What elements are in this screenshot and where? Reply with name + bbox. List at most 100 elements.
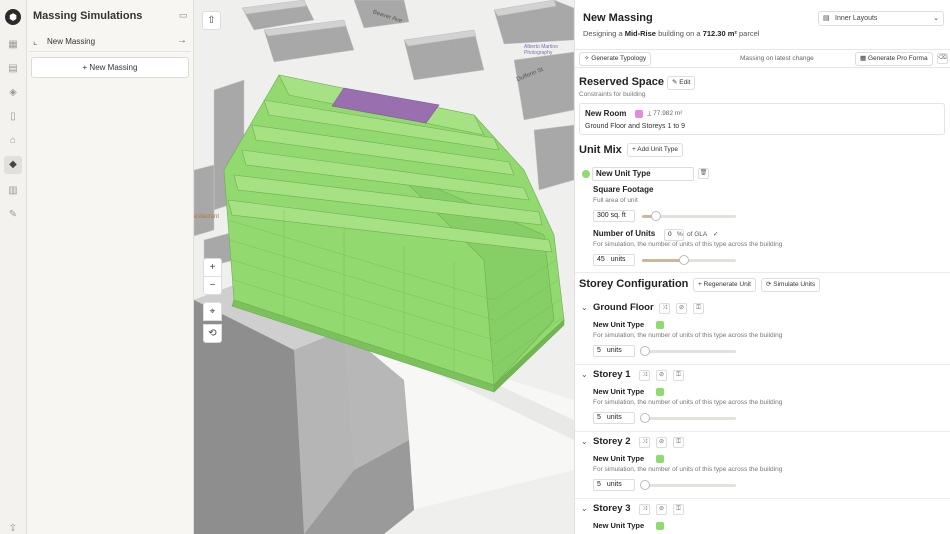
new-massing-button[interactable]: + New Massing (31, 57, 189, 78)
storey-name: Ground Floor (593, 302, 654, 313)
lock-icon[interactable]: ⚿ (673, 437, 684, 448)
storey-unit-type: New Unit Type (593, 521, 645, 530)
add-unit-type-button[interactable]: + Add Unit Type (627, 143, 683, 157)
eraser-icon[interactable]: ⌫ (937, 53, 948, 64)
zoom-out-button[interactable]: − (203, 276, 222, 295)
storey-units-slider[interactable] (640, 413, 736, 423)
storey-units-slider-handle[interactable] (640, 413, 650, 423)
massing-icon[interactable]: ◆ (4, 156, 22, 174)
hide-icon[interactable]: ⊘ (656, 370, 667, 381)
reserved-space-edit-button[interactable]: ✎ Edit (667, 76, 696, 90)
panel-toolbar: ✧ Generate Typology Massing on latest ch… (575, 49, 950, 68)
storey-units-input[interactable]: 5 units (593, 345, 635, 357)
pencil-icon: ✎ (672, 79, 678, 86)
upload-icon[interactable]: ⇪ (6, 522, 20, 534)
massing-3d-viewport[interactable]: Beaver Ave Dufferin St Alberto Martino P… (194, 0, 574, 534)
section-divider (575, 272, 950, 273)
storey-units-slider[interactable] (640, 480, 736, 490)
storey-unit-color-swatch[interactable] (656, 321, 664, 329)
collapse-chevron-icon[interactable]: ⌄ (581, 370, 588, 379)
lock-icon[interactable]: ⚿ (693, 303, 704, 314)
layers-icon[interactable]: ◈ (6, 86, 20, 100)
share-icon[interactable]: ⇧ (202, 11, 221, 30)
lock-icon[interactable]: ⚿ (673, 504, 684, 515)
room-color-swatch[interactable] (635, 110, 643, 118)
branch-icon: ⌞ (33, 36, 38, 46)
storey-unit-color-swatch[interactable] (656, 388, 664, 396)
zoom-in-button[interactable]: + (203, 258, 222, 277)
area-icon: ⟂ (647, 110, 652, 117)
generate-pro-forma-label: Generate Pro Forma (867, 55, 928, 62)
number-of-units-input[interactable]: 45 units (593, 254, 635, 266)
square-footage-slider[interactable] (642, 211, 736, 221)
unit-type-color-dot[interactable] (582, 170, 590, 178)
hide-icon[interactable]: ⊘ (676, 303, 687, 314)
storey-unit-color-swatch[interactable] (656, 522, 664, 530)
reserved-room-card[interactable]: New Room ⟂ 77.982 m² Ground Floor and St… (579, 103, 945, 135)
storey-unit-color-swatch[interactable] (656, 455, 664, 463)
storey-unit-description: For simulation, the number of units of t… (593, 332, 783, 339)
number-of-units-slider-handle[interactable] (679, 255, 690, 265)
collapse-chevron-icon[interactable]: ⌄ (581, 303, 588, 312)
building-icon[interactable]: ▥ (6, 184, 20, 198)
dashboard-icon[interactable]: ▦ (6, 38, 20, 52)
app-logo-icon[interactable]: ⬢ (5, 9, 21, 25)
generate-pro-forma-button[interactable]: ▦ Generate Pro Forma (855, 52, 933, 66)
storey-unit-description: For simulation, the number of units of t… (593, 466, 783, 473)
storey-configuration-heading: Storey Configuration (579, 278, 689, 290)
number-of-units-label: Number of Units (593, 229, 656, 238)
layouts-select[interactable]: ▤ Inner Layouts ⌄ (818, 11, 944, 26)
rotate-view-icon[interactable]: ⟲ (203, 324, 222, 343)
storey-name: Storey 3 (593, 503, 631, 514)
reserved-space-description: Constraints for building (579, 91, 646, 98)
generate-typology-button[interactable]: ✧ Generate Typology (579, 52, 652, 66)
poi-label: Alberto Martino Photography (524, 44, 558, 56)
storey-units-input[interactable]: 5 units (593, 412, 635, 424)
sparkle-icon: ✧ (584, 55, 590, 62)
storey-units-input[interactable]: 5 units (593, 479, 635, 491)
hide-icon[interactable]: ⊘ (656, 437, 667, 448)
number-of-units-description: For simulation, the number of units of t… (593, 241, 783, 248)
storey-name: Storey 2 (593, 436, 631, 447)
simulate-units-button[interactable]: ⟳ Simulate Units (761, 278, 821, 292)
unit-type-name-input[interactable]: New Unit Type (592, 167, 694, 181)
book-icon[interactable]: ▤ (6, 62, 20, 76)
storey-units-value: 5 (597, 414, 601, 421)
square-footage-input[interactable]: 300 sq. ft (593, 210, 635, 222)
sidebar-item-label: New Massing (47, 37, 96, 46)
tools-icon[interactable]: ✎ (6, 208, 20, 222)
document-icon[interactable]: ▯ (6, 110, 20, 124)
collapse-chevron-icon[interactable]: ⌄ (581, 437, 588, 446)
shuffle-icon[interactable]: ⤨ (639, 437, 650, 448)
number-of-units-slider[interactable] (642, 255, 736, 265)
arrow-right-icon[interactable]: → (177, 35, 187, 46)
lock-icon[interactable]: ⚿ (673, 370, 684, 381)
hide-icon[interactable]: ⊘ (656, 504, 667, 515)
sidebar-collapse-icon[interactable]: ▭ (179, 10, 188, 21)
number-of-units-value: 45 (597, 256, 605, 263)
regenerate-unit-label: Regenerate Unit (703, 281, 751, 288)
collapse-chevron-icon[interactable]: ⌄ (581, 504, 588, 513)
subtitle-prefix: Designing a (583, 29, 623, 38)
poi-label-restaurant: estaurant (194, 214, 220, 220)
square-footage-slider-handle[interactable] (651, 211, 662, 221)
shuffle-icon[interactable]: ⤨ (639, 370, 650, 381)
shuffle-icon[interactable]: ⤨ (659, 303, 670, 314)
regenerate-unit-button[interactable]: + Regenerate Unit (693, 278, 756, 292)
sidebar-title: Massing Simulations (33, 10, 143, 22)
location-pin-icon[interactable]: ⌖ (203, 302, 222, 321)
storey-unit-type: New Unit Type (593, 387, 645, 396)
confirm-check-icon[interactable]: ✓ (713, 230, 718, 238)
table-icon: ▦ (860, 55, 867, 62)
home-icon[interactable]: ⌂ (6, 134, 20, 148)
storey-units-slider-handle[interactable] (640, 346, 650, 356)
trash-icon[interactable]: 🗑 (698, 168, 709, 179)
storey-divider (575, 431, 950, 432)
storey-units-slider-handle[interactable] (640, 480, 650, 490)
sidebar-item-new-massing[interactable]: ⌞ New Massing → (29, 32, 191, 52)
storey-units-value: 5 (597, 481, 601, 488)
layout-icon: ▤ (823, 15, 830, 22)
storey-units-slider[interactable] (640, 346, 736, 356)
shuffle-icon[interactable]: ⤨ (639, 504, 650, 515)
gla-percent-unit: % (677, 231, 683, 238)
